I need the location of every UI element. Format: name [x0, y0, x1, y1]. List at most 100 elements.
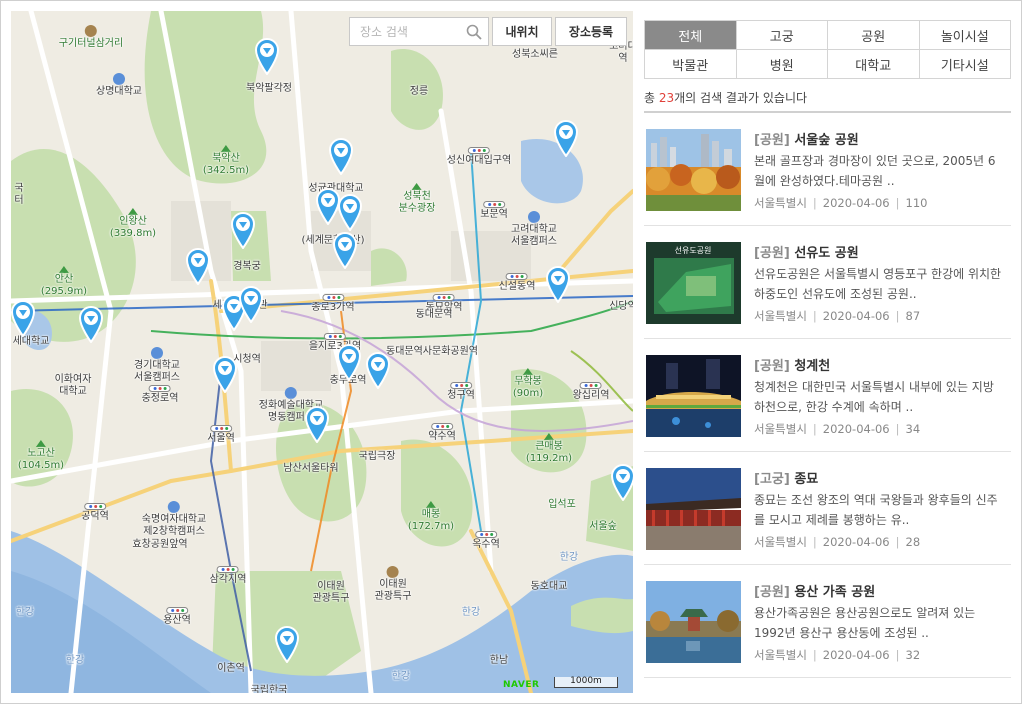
count-suffix: 개의 검색 결과가 있습니다: [674, 91, 808, 105]
map-view[interactable]: 구기터널삼거리 상명대학교 북악팔각정 정릉 성북소씨른 북악산 (342.5m) 성신여대입…: [11, 11, 633, 693]
map-label-text: 한강: [461, 607, 481, 618]
map-place-label: 충정로역: [142, 385, 178, 405]
register-place-button[interactable]: 장소등록: [555, 17, 627, 46]
map-label-text: 보문역: [480, 209, 508, 220]
location-marker-icon[interactable]: [337, 193, 363, 231]
subway-station-icon: [217, 566, 239, 573]
map-place-label: 한강: [560, 552, 578, 564]
location-marker-icon[interactable]: [11, 299, 36, 337]
map-label-text: 제2창학캠퍼스: [143, 526, 205, 537]
place-search-box: [349, 17, 489, 46]
map-label-text: 한강: [65, 655, 85, 666]
map-label-text: 이촌역: [217, 663, 245, 674]
map-place-label: 안산 (295.9m): [41, 266, 87, 298]
result-description: 종묘는 조선 왕조의 역대 국왕들과 왕후들의 신주를 모시고 제례를 봉행하는…: [754, 493, 998, 527]
location-marker-icon[interactable]: [230, 211, 256, 249]
result-title[interactable]: [고궁] 종묘: [754, 468, 818, 487]
result-count-number: 23: [658, 91, 675, 105]
map-label-text: 매봉: [421, 509, 441, 520]
subway-station-icon: [430, 423, 453, 430]
search-icon[interactable]: [466, 24, 482, 40]
map-place-label: 국립한국: [251, 685, 288, 693]
subway-station-icon: [468, 147, 490, 154]
result-item[interactable]: 선유도공원 [공원] 선유도 공원 선유도공원은 서울특별시 영등포구 한강에 …: [644, 226, 1011, 339]
tab-hospital[interactable]: 병원: [736, 50, 828, 79]
map-label-text: 동대문역사문화공원역: [386, 346, 478, 357]
result-item[interactable]: [고궁] 종묘 종묘는 조선 왕조의 역대 국왕들과 왕후들의 신주를 모시고 …: [644, 452, 1011, 565]
map-label-text: (342.5m): [202, 165, 250, 176]
result-title[interactable]: [공원] 용산 가족 공원: [754, 581, 875, 600]
map-label-text: 신설동역: [498, 281, 536, 292]
result-region: 서울특별시: [754, 422, 807, 436]
map-label-text: 이태원: [379, 579, 407, 590]
map-label-text: 성북소씨른: [512, 49, 558, 60]
university-icon: [151, 347, 163, 359]
result-description: 청계천은 대한민국 서울특별시 내부에 있는 지방하천으로, 한강 수계에 속하…: [754, 380, 994, 414]
subway-station-icon: [324, 333, 346, 340]
category-tabs: 전체 고궁 공원 놀이시설 박물관 병원 대학교 기타시설: [644, 20, 1011, 79]
location-marker-icon[interactable]: [545, 265, 571, 303]
result-region: 서울특별시: [754, 309, 807, 323]
result-category: [공원]: [754, 133, 790, 148]
tab-museum[interactable]: 박물관: [645, 50, 737, 79]
location-marker-icon[interactable]: [212, 355, 238, 393]
tab-university[interactable]: 대학교: [828, 50, 920, 79]
count-prefix: 총: [644, 91, 659, 105]
result-panel: 전체 고궁 공원 놀이시설 박물관 병원 대학교 기타시설 총 23개의 검색 …: [644, 20, 1011, 678]
scale-label: 1000m: [570, 676, 602, 686]
tab-amusement[interactable]: 놀이시설: [919, 21, 1011, 50]
map-place-label: 이태원 관광특구: [375, 566, 411, 603]
map-place-label: 이화여자 대학교: [55, 374, 92, 398]
map-label-text: 성신여대입구역: [446, 155, 512, 166]
map-place-label: 경복궁: [233, 261, 261, 273]
location-marker-icon[interactable]: [365, 351, 391, 389]
location-marker-icon[interactable]: [274, 625, 300, 663]
location-marker-icon[interactable]: [553, 119, 579, 157]
map-label-text: 용산역: [163, 615, 191, 626]
result-title[interactable]: [공원] 선유도 공원: [754, 242, 859, 261]
location-marker-icon[interactable]: [185, 247, 211, 285]
result-item[interactable]: [공원] 청계천 청계천은 대한민국 서울특별시 내부에 있는 지방하천으로, …: [644, 339, 1011, 452]
map-label-text: 구기터널삼거리: [58, 38, 124, 49]
map-place-label: 성북소씨른: [512, 49, 558, 61]
result-region: 서울특별시: [754, 196, 807, 210]
map-label-text: 상명대학교: [96, 86, 142, 97]
location-marker-icon[interactable]: [328, 137, 354, 175]
location-marker-icon[interactable]: [238, 285, 264, 323]
map-place-label: 국립극장: [359, 451, 396, 463]
my-location-button[interactable]: 내위치: [492, 17, 552, 46]
location-marker-icon[interactable]: [304, 405, 330, 443]
map-scale-bar: 1000m: [554, 676, 618, 688]
naver-logo: NAVER: [503, 680, 540, 690]
result-item[interactable]: [공원] 용산 가족 공원 용산가족공원은 용산공원으로도 알려져 있는 199…: [644, 565, 1011, 678]
location-marker-icon[interactable]: [254, 37, 280, 75]
result-thumbnail[interactable]: [646, 468, 741, 550]
result-title[interactable]: [공원] 청계천: [754, 355, 830, 374]
location-marker-icon[interactable]: [336, 343, 362, 381]
map-label-text: 동호대교: [530, 581, 568, 592]
map-place-label: 한강: [392, 671, 410, 683]
map-place-label: 노고산 (104.5m): [18, 440, 64, 472]
location-marker-icon[interactable]: [332, 231, 358, 269]
location-marker-icon[interactable]: [610, 463, 633, 501]
tab-park[interactable]: 공원: [828, 21, 920, 50]
result-thumbnail[interactable]: [646, 355, 741, 437]
university-icon: [113, 73, 125, 85]
result-title[interactable]: [공원] 서울숲 공원: [754, 129, 859, 148]
result-thumbnail[interactable]: [646, 129, 741, 211]
location-marker-icon[interactable]: [78, 305, 104, 343]
map-label-text: 한남: [489, 655, 509, 666]
result-item[interactable]: [공원] 서울숲 공원 본래 골프장과 경마장이 있던 곳으로, 2005년 6…: [644, 113, 1011, 226]
tab-palace[interactable]: 고궁: [736, 21, 828, 50]
result-views: 110: [905, 196, 928, 210]
tab-all[interactable]: 전체: [645, 21, 737, 50]
map-label-text: 한강: [15, 607, 35, 618]
subway-station-icon: [474, 531, 497, 538]
map-label-text: 역: [618, 53, 628, 64]
result-thumbnail[interactable]: [646, 581, 741, 663]
result-thumbnail[interactable]: 선유도공원: [646, 242, 741, 324]
map-place-label: 이태원 관광특구: [313, 581, 350, 605]
place-search-input[interactable]: [350, 18, 460, 45]
tab-other[interactable]: 기타시설: [919, 50, 1011, 79]
map-place-label: 효창공원앞역: [132, 539, 187, 551]
